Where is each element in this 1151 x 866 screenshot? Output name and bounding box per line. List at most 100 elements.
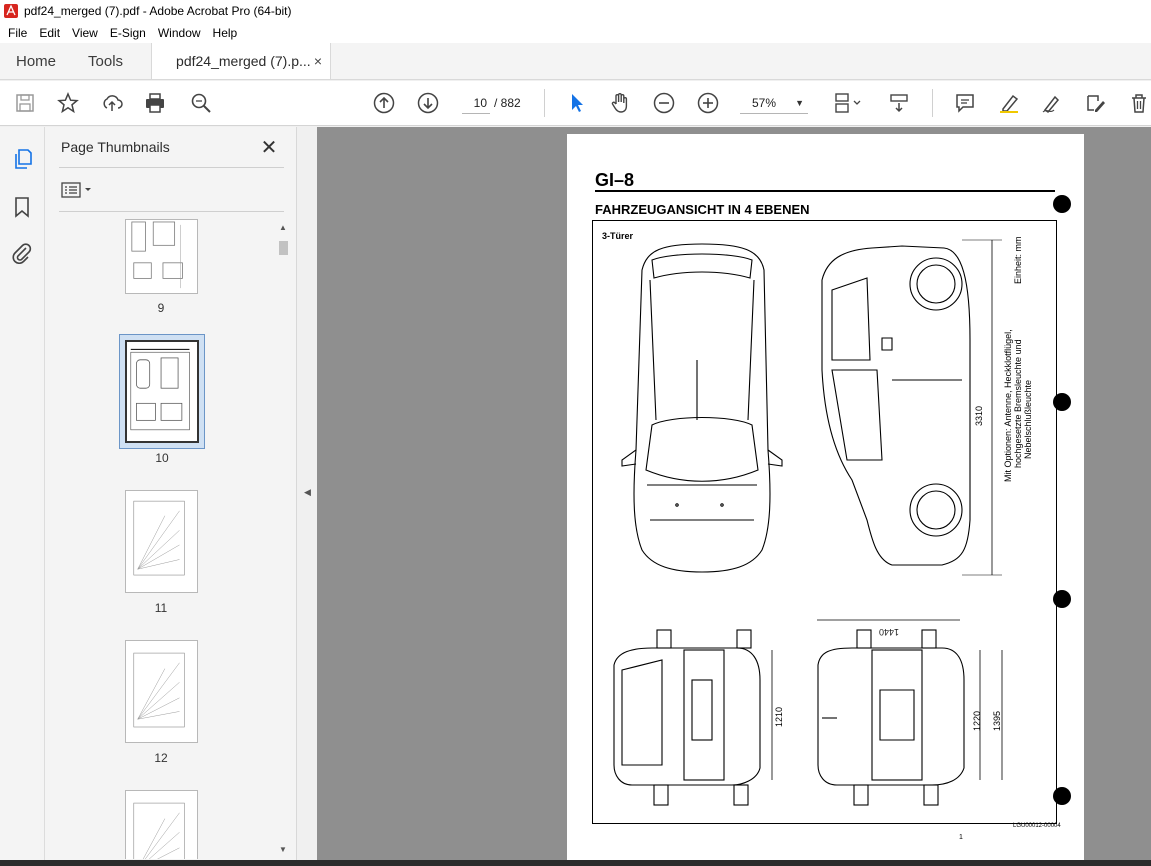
title-bar: pdf24_merged (7).pdf - Adobe Acrobat Pro… <box>0 0 1151 22</box>
scroll-icon <box>890 94 908 113</box>
fill-sign-button[interactable] <box>1039 90 1065 116</box>
drawing-code: LGU00012-00004 <box>1013 823 1061 829</box>
tab-document[interactable]: pdf24_merged (7).p... × <box>151 43 332 79</box>
print-button[interactable] <box>142 90 168 116</box>
find-button[interactable] <box>188 90 214 116</box>
select-tool-button[interactable] <box>564 90 590 116</box>
navigation-rail <box>0 127 45 866</box>
edit-pdf-button[interactable] <box>1083 90 1109 116</box>
zoom-value: 57% <box>752 96 777 110</box>
comment-icon <box>956 94 974 113</box>
attachments-button[interactable] <box>10 241 34 265</box>
page-thumbnails-button[interactable] <box>10 147 34 171</box>
menu-view[interactable]: View <box>66 26 104 40</box>
thumbnail-preview <box>133 500 185 576</box>
thumbnail-preview <box>130 348 190 431</box>
highlight-icon <box>1000 94 1019 113</box>
tab-home[interactable]: Home <box>0 43 72 79</box>
vehicle-drawing <box>613 239 1003 806</box>
thumbnail-options-button[interactable] <box>61 180 97 200</box>
dimension-rear-height: 1210 <box>774 706 784 727</box>
thumbnail-preview <box>133 652 185 728</box>
save-button[interactable] <box>12 90 38 116</box>
page-thumbnail-11[interactable] <box>125 490 198 593</box>
save-icon <box>16 94 34 112</box>
panel-close-icon[interactable]: ✕ <box>259 135 279 160</box>
zoom-in-button[interactable] <box>695 90 721 116</box>
dimension-front-height: 1220 <box>972 710 982 731</box>
thumbnail-label-12: 12 <box>154 751 168 765</box>
scrollbar-thumb[interactable] <box>279 241 288 255</box>
thumbnail-label-10: 10 <box>155 451 169 465</box>
page-heading-code: GI–8 <box>595 170 635 190</box>
toolbar-divider <box>544 89 545 117</box>
tab-tools[interactable]: Tools <box>72 43 139 79</box>
menu-window[interactable]: Window <box>152 26 207 40</box>
delete-button[interactable] <box>1126 90 1151 116</box>
taskbar-edge <box>0 860 1151 866</box>
zoom-search-icon <box>191 93 211 113</box>
toolbar: 10 / 882 57% ▼ <box>0 81 1151 126</box>
next-page-icon <box>417 92 439 114</box>
star-icon <box>57 92 79 114</box>
chevron-down-icon: ▼ <box>795 98 804 108</box>
hand-icon <box>611 93 628 113</box>
bookmark-star-button[interactable] <box>55 90 81 116</box>
panel-divider <box>59 211 284 212</box>
delete-icon <box>1132 94 1146 113</box>
toolbar-divider <box>932 89 933 117</box>
hand-tool-button[interactable] <box>607 90 633 116</box>
menu-edit[interactable]: Edit <box>33 26 66 40</box>
panel-splitter[interactable]: ◀ <box>296 127 316 860</box>
page-number-input[interactable]: 10 <box>462 92 490 114</box>
paperclip-icon <box>12 243 32 264</box>
heading-rule <box>595 190 1055 192</box>
acrobat-logo-icon <box>4 4 18 18</box>
tab-close-icon[interactable]: × <box>314 53 322 69</box>
sign-icon <box>1042 95 1060 113</box>
dimension-total-height: 1395 <box>992 710 1002 731</box>
zoom-select[interactable]: 57% ▼ <box>740 92 808 114</box>
punch-hole <box>1053 195 1071 213</box>
collapse-panel-icon[interactable]: ◀ <box>304 487 311 498</box>
scroll-down-icon[interactable]: ▼ <box>279 845 287 854</box>
scroll-mode-button[interactable] <box>886 90 912 116</box>
bookmarks-button[interactable] <box>10 195 34 219</box>
thumbnails-panel: Page Thumbnails ✕ 9 10 11 12 ▲ ▼ <box>45 127 296 860</box>
panel-divider <box>59 167 284 168</box>
pdf-page: GI–8 FAHRZEUGANSICHT IN 4 EBENEN 3-Türer <box>567 134 1084 860</box>
page-total: / 882 <box>494 96 521 110</box>
window-title: pdf24_merged (7).pdf - Adobe Acrobat Pro… <box>24 4 292 18</box>
upload-icon <box>103 95 123 111</box>
page-layout-button[interactable] <box>832 90 866 116</box>
highlight-button[interactable] <box>996 90 1022 116</box>
menu-help[interactable]: Help <box>207 26 244 40</box>
upload-button[interactable] <box>99 90 125 116</box>
menu-bar: File Edit View E-Sign Window Help <box>0 22 1151 43</box>
page-thumbnail-13[interactable] <box>125 790 198 859</box>
menu-file[interactable]: File <box>2 26 33 40</box>
page-thumbnail-12[interactable] <box>125 640 198 743</box>
select-cursor-icon <box>572 94 583 112</box>
zoom-out-icon <box>653 92 675 114</box>
options-note-line-3: Nebelschlußleuchte <box>1023 379 1033 459</box>
edit-text-icon <box>1087 95 1105 112</box>
next-page-button[interactable] <box>415 90 441 116</box>
thumbnail-scrollbar[interactable]: ▲ ▼ <box>276 219 290 859</box>
bookmark-icon <box>15 197 29 218</box>
options-note-line-1: Mit Optionen: Antenne, Heckklotflügel, <box>1003 329 1013 482</box>
thumbnail-label-11: 11 <box>154 601 168 615</box>
comment-button[interactable] <box>952 90 978 116</box>
pages-icon <box>15 149 32 169</box>
tab-document-label: pdf24_merged (7).p... <box>176 53 311 69</box>
menu-esign[interactable]: E-Sign <box>104 26 152 40</box>
page-mark: 1 <box>959 834 963 841</box>
prev-page-icon <box>373 92 395 114</box>
zoom-out-button[interactable] <box>651 90 677 116</box>
scroll-up-icon[interactable]: ▲ <box>279 223 287 232</box>
document-view[interactable]: GI–8 FAHRZEUGANSICHT IN 4 EBENEN 3-Türer <box>317 127 1151 860</box>
thumbnail-preview <box>133 802 185 859</box>
prev-page-button[interactable] <box>371 90 397 116</box>
page-thumbnail-9[interactable] <box>125 219 198 294</box>
page-thumbnail-10[interactable] <box>125 340 199 443</box>
